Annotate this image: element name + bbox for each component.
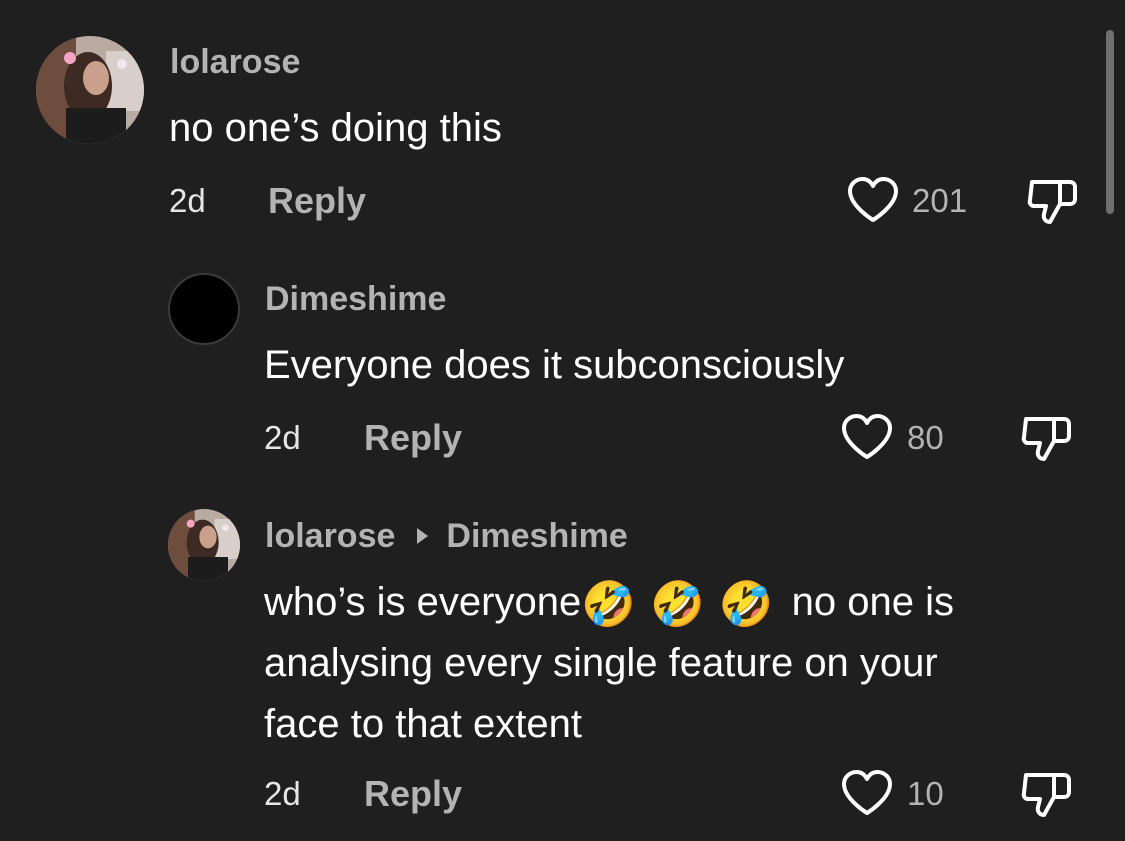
username-reply-header: lolarose Dimeshime (265, 519, 628, 553)
comment-line: analysing every single feature on your (264, 641, 938, 685)
timestamp: 2d (169, 182, 206, 219)
reply-button[interactable]: Reply (268, 183, 366, 219)
heart-icon[interactable] (846, 176, 900, 224)
rofl-emoji: 🤣 (650, 579, 705, 630)
timestamp: 2d (264, 419, 301, 456)
like-count: 80 (907, 419, 944, 456)
comment-text: Everyone does it subconsciously (264, 343, 845, 387)
heart-icon[interactable] (840, 413, 894, 461)
reply-to-username[interactable]: Dimeshime (446, 519, 627, 553)
comment-text: no one’s doing this (169, 106, 502, 150)
thumbs-down-icon[interactable] (1020, 769, 1074, 819)
reply-button[interactable]: Reply (364, 776, 462, 812)
username[interactable]: Dimeshime (265, 282, 446, 316)
reply-button[interactable]: Reply (364, 420, 462, 456)
username[interactable]: lolarose (265, 519, 395, 553)
comment-line: who’s is everyone🤣 🤣 🤣 no one is (264, 572, 954, 633)
photo-girl-icon (168, 509, 240, 581)
comment-line: face to that extent (264, 702, 582, 746)
comment-text-part: no one is (791, 580, 954, 624)
scrollbar[interactable] (1106, 30, 1114, 214)
thumbs-down-icon[interactable] (1020, 413, 1074, 463)
rofl-emoji: 🤣 (718, 579, 774, 630)
comment-text-part: who’s is everyone (264, 580, 582, 624)
rofl-emoji: 🤣 (581, 579, 637, 630)
like-count: 10 (907, 775, 944, 812)
username[interactable]: lolarose (170, 45, 300, 79)
photo-girl-icon (36, 36, 144, 144)
comment-text: who’s is everyone🤣 🤣 🤣 no one is analysing … (264, 572, 954, 755)
like-count: 201 (912, 182, 968, 219)
avatar[interactable] (36, 36, 144, 144)
thumbs-down-icon[interactable] (1026, 176, 1080, 226)
heart-icon[interactable] (840, 769, 894, 817)
reply-arrow-icon (417, 528, 429, 544)
avatar[interactable] (168, 273, 240, 345)
timestamp: 2d (264, 775, 301, 812)
avatar[interactable] (168, 509, 240, 581)
